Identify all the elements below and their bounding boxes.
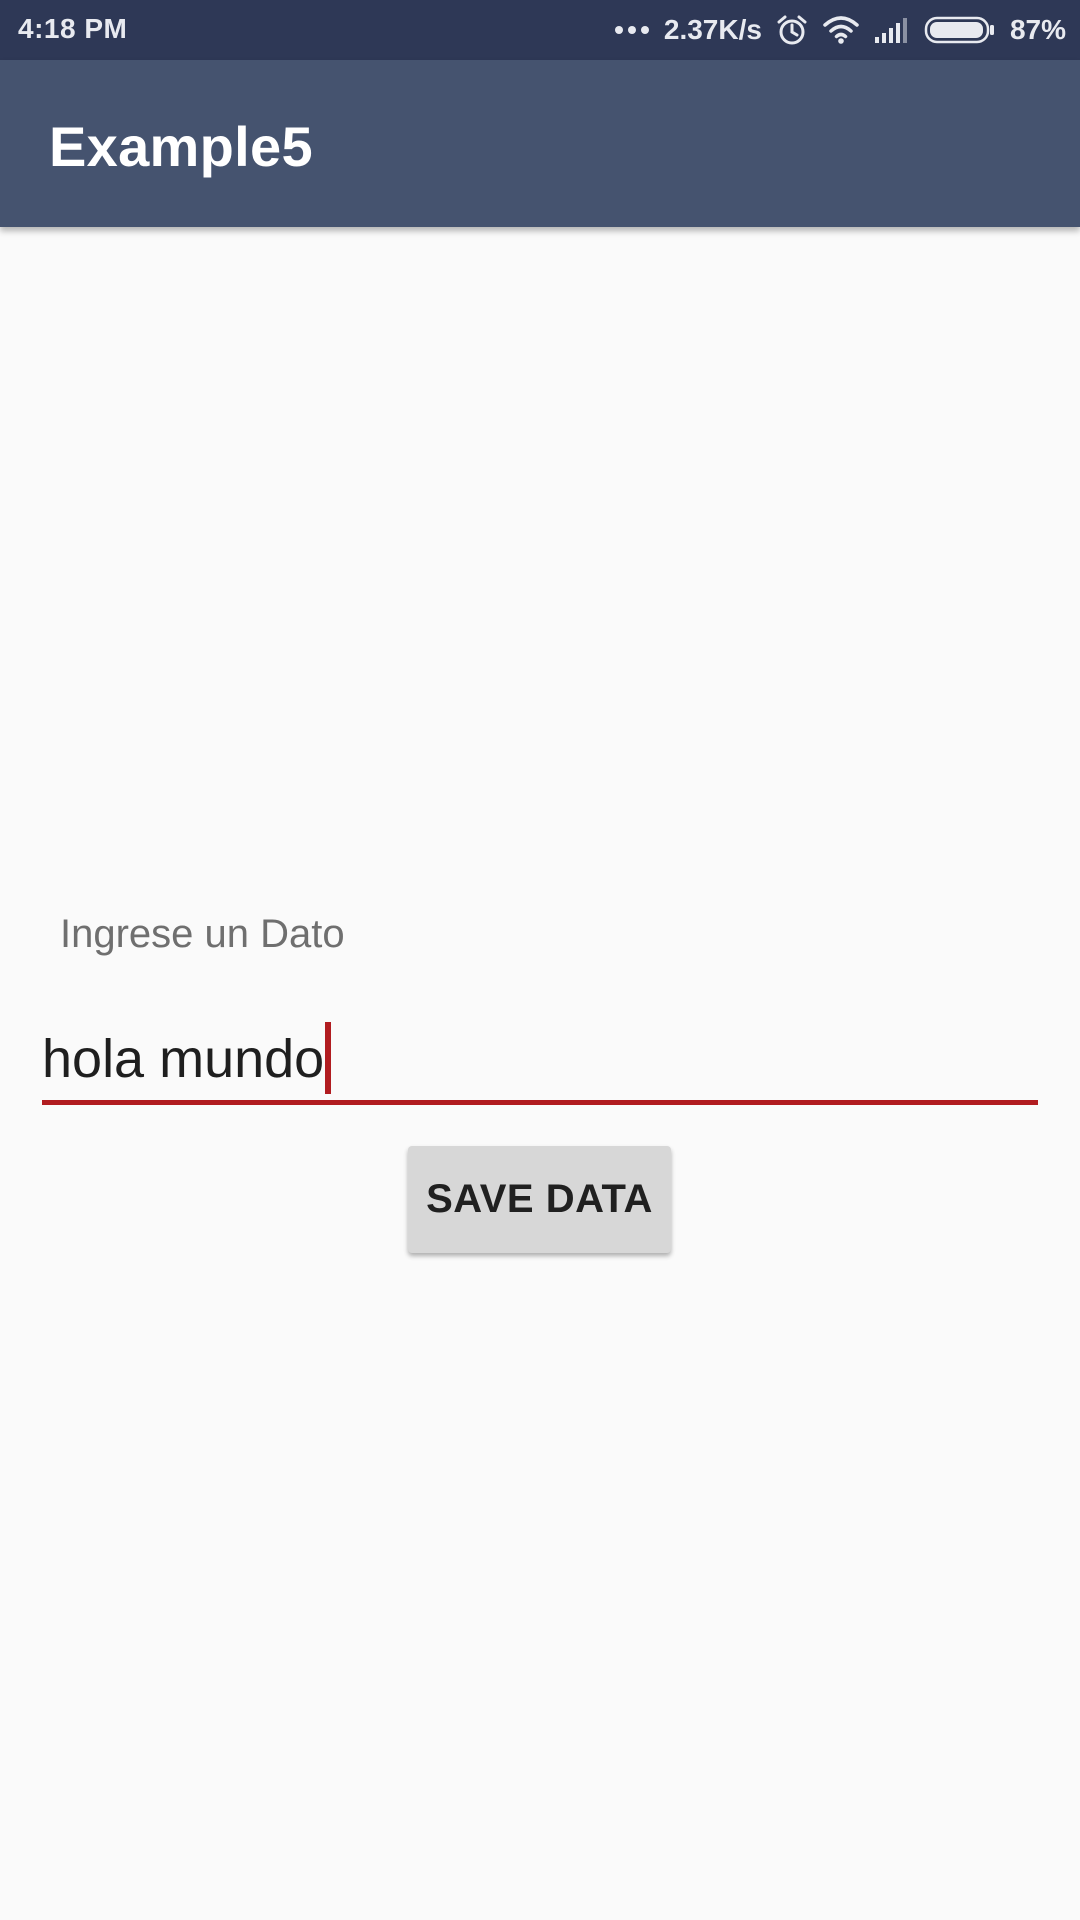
wifi-icon: [822, 15, 860, 45]
cellular-signal-icon: [874, 17, 910, 43]
text-cursor: [325, 1022, 331, 1094]
network-speed: 2.37K/s: [663, 14, 762, 45]
save-data-button[interactable]: SAVE DATA: [408, 1146, 671, 1253]
status-bar: 4:18 PM 2.37K/s 87%: [0, 0, 1080, 60]
input-value[interactable]: hola mundo: [42, 1028, 324, 1090]
data-input-field[interactable]: hola mundo: [42, 1018, 1038, 1106]
status-icons: 2.37K/s 87%: [614, 0, 1066, 60]
input-hint-label: Ingrese un Dato: [60, 912, 345, 956]
battery-icon: [924, 15, 996, 45]
app-bar: Example5: [0, 60, 1080, 227]
input-underline: [42, 1100, 1038, 1105]
more-dots-icon: [614, 24, 650, 36]
app-title: Example5: [49, 115, 313, 178]
status-time: 4:18 PM: [18, 13, 128, 44]
alarm-clock-icon: [776, 14, 808, 46]
battery-percent: 87%: [1009, 14, 1066, 45]
